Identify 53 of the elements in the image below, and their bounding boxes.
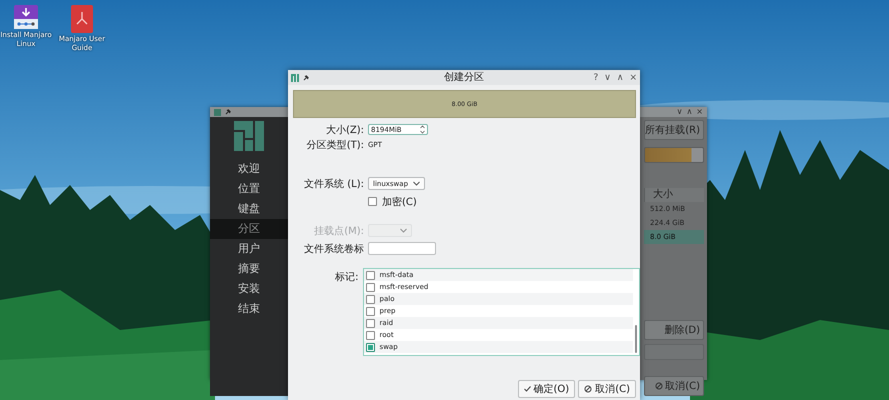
app-icon [291, 74, 299, 82]
spinner-icon [420, 125, 425, 134]
ok-button[interactable]: 确定(O) [518, 380, 576, 398]
partition-bar [644, 147, 704, 163]
minimize-button[interactable]: ∨ [604, 72, 611, 82]
checkbox-label[interactable]: 加密(C) [382, 194, 417, 208]
cancel-icon [584, 385, 592, 393]
cancel-button[interactable]: 取消(C) [644, 376, 704, 396]
pin-icon[interactable] [303, 74, 309, 80]
close-button[interactable]: × [696, 107, 703, 117]
cancel-icon [655, 382, 664, 390]
checkbox[interactable] [366, 330, 375, 340]
maximize-button[interactable]: ∧ [616, 72, 624, 82]
input-field[interactable] [368, 242, 436, 255]
column-header: 大小 [644, 188, 704, 202]
delete-button[interactable]: 删除(D) [644, 320, 704, 340]
unmount-button[interactable]: 所有挂载(R) [644, 120, 704, 140]
check-icon [524, 386, 531, 392]
field-label: 文件系统 (L): [303, 178, 365, 190]
caret-icon [413, 181, 420, 186]
checkbox[interactable] [366, 342, 375, 352]
checkbox[interactable] [366, 270, 375, 280]
field-label: 大小(Z): [324, 124, 365, 136]
scrollbar[interactable] [635, 325, 637, 353]
field-label: 分区类型(T): [306, 138, 365, 152]
book-icon[interactable] [71, 5, 93, 33]
download-icon[interactable] [14, 5, 38, 29]
checkbox[interactable] [366, 294, 375, 304]
checkbox[interactable] [368, 197, 377, 206]
checkbox[interactable] [366, 318, 375, 328]
sidebar-step[interactable]: 用户 [210, 239, 288, 259]
sidebar-step[interactable]: 欢迎 [210, 159, 288, 179]
caret-icon [400, 228, 407, 233]
sidebar-step[interactable]: 摘要 [210, 259, 288, 279]
field-label: 标记: [334, 270, 360, 285]
sidebar-step[interactable]: 键盘 [210, 199, 288, 219]
cancel-button[interactable]: 取消(C) [578, 380, 636, 398]
sidebar-step[interactable]: 安装 [210, 279, 288, 299]
pin-icon[interactable] [225, 109, 231, 115]
window-title: 创建分区 [444, 72, 484, 83]
checkbox[interactable] [366, 282, 375, 292]
app-logo [234, 121, 264, 151]
sidebar-step[interactable]: 位置 [210, 179, 288, 199]
minimize-button[interactable]: ∨ [676, 107, 682, 117]
close-button[interactable]: × [629, 72, 637, 82]
app-icon [214, 108, 221, 116]
sidebar-step[interactable]: 结束 [210, 299, 288, 319]
checkbox[interactable] [366, 306, 375, 316]
field-label: 文件系统卷标 [303, 242, 365, 256]
maximize-button[interactable]: ∧ [686, 107, 692, 117]
field-label: 挂载点(M): [313, 224, 365, 238]
sidebar-step[interactable]: 分区 [210, 219, 288, 239]
help-button[interactable]: ? [593, 72, 598, 82]
